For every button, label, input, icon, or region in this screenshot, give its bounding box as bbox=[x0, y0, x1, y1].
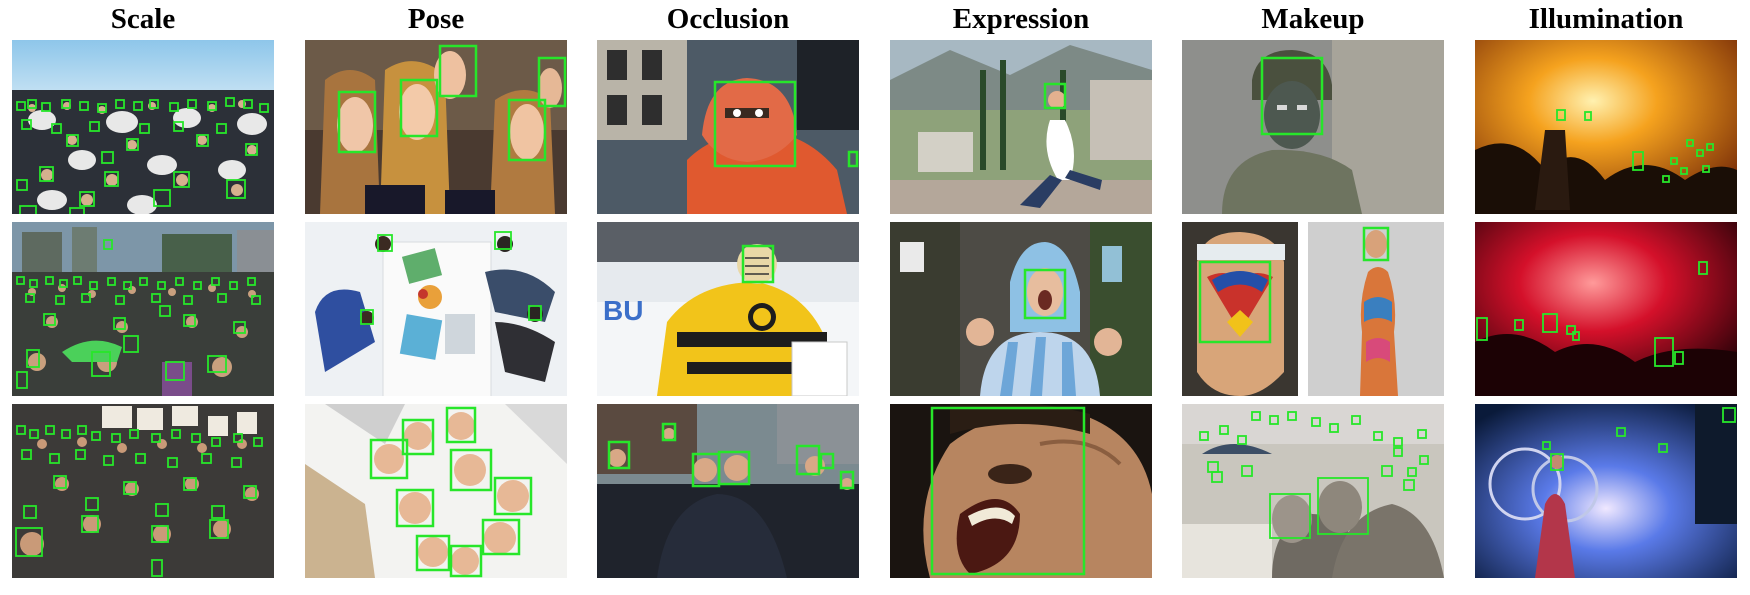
figure-grid: Scale Pose Occlusion BU Expression Makeu… bbox=[0, 0, 1750, 595]
photo-scale-protest-crowd bbox=[12, 404, 274, 578]
photo-scale-street-crowd bbox=[12, 222, 274, 396]
column-pose: Pose bbox=[305, 0, 567, 595]
photo-makeup-painted-faces bbox=[1182, 222, 1444, 396]
column-title-pose: Pose bbox=[407, 3, 465, 35]
column-occlusion: Occlusion BU bbox=[597, 0, 859, 595]
photo-occlusion-crowd-embrace bbox=[597, 404, 859, 578]
column-title-occlusion: Occlusion bbox=[666, 3, 790, 35]
svg-text:BU: BU bbox=[603, 295, 643, 326]
column-title-makeup: Makeup bbox=[1261, 3, 1365, 35]
photo-makeup-painted-face-girl bbox=[1182, 222, 1298, 396]
photo-expression-jumping-woman bbox=[890, 40, 1152, 214]
photo-occlusion-hockey-goalie: BU bbox=[597, 222, 859, 396]
column-title-scale: Scale bbox=[110, 3, 176, 35]
photo-occlusion-face-covering bbox=[597, 40, 859, 214]
column-title-illumination: Illumination bbox=[1528, 3, 1684, 35]
photo-pose-desk-top-view bbox=[305, 222, 567, 396]
photo-makeup-body-paint bbox=[1308, 222, 1444, 396]
column-makeup: Makeup bbox=[1182, 0, 1444, 595]
photo-illumination-red-smoke bbox=[1475, 222, 1737, 396]
column-illumination: Illumination bbox=[1475, 0, 1737, 595]
column-title-expression: Expression bbox=[952, 3, 1090, 35]
photo-scale-marching-band bbox=[12, 40, 274, 214]
photo-expression-fan-shouting bbox=[890, 222, 1152, 396]
column-scale: Scale bbox=[12, 0, 274, 595]
photo-expression-screaming-close-up bbox=[890, 404, 1152, 578]
photo-makeup-painted-soldier bbox=[1182, 40, 1444, 214]
photo-illumination-performer-lights bbox=[1475, 404, 1737, 578]
photo-makeup-mud-crowd bbox=[1182, 404, 1444, 578]
column-expression: Expression bbox=[890, 0, 1152, 595]
photo-pose-circle-of-faces bbox=[305, 404, 567, 578]
photo-pose-cheerleaders bbox=[305, 40, 567, 214]
photo-illumination-stage-fire bbox=[1475, 40, 1737, 214]
